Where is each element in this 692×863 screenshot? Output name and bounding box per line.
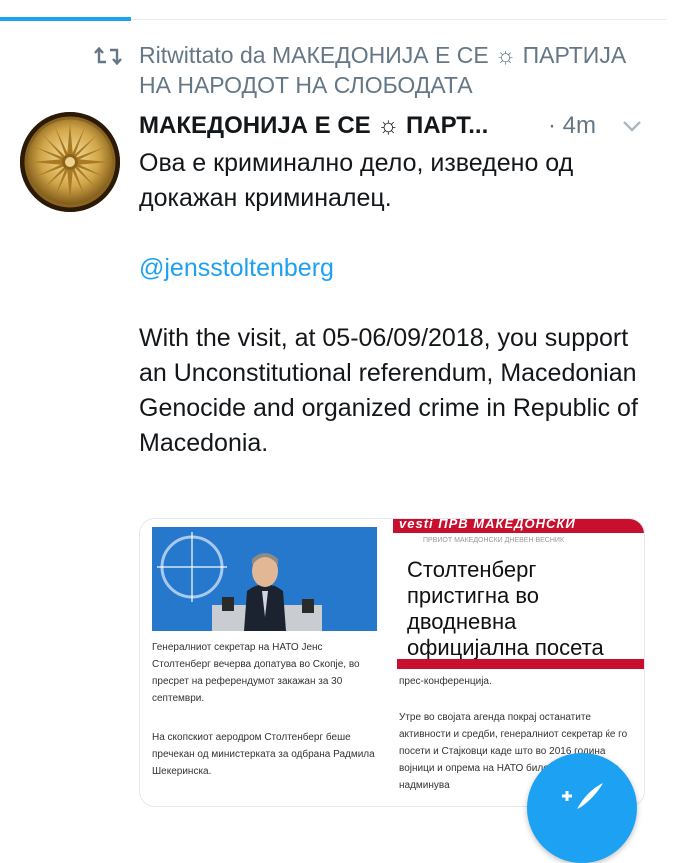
retweet-icon bbox=[94, 46, 122, 66]
media-image-left[interactable]: Генералниот секретар на НАТО Јенс Столте… bbox=[140, 519, 389, 806]
article-right-paragraph-1: прес-конференција. bbox=[399, 676, 492, 687]
press-photo bbox=[152, 527, 377, 631]
masthead-subtitle: ПРВИОТ МАКЕДОНСКИ ДНЕВЕН ВЕСНИК bbox=[423, 537, 565, 544]
masthead-title: vesti ПРВ МАКЕДОНСКИ bbox=[399, 519, 576, 531]
tab-divider bbox=[131, 19, 666, 20]
vergina-sun-icon bbox=[20, 112, 120, 212]
article-left-paragraph-1: Генералниот секретар на НАТО Јенс Столте… bbox=[152, 642, 360, 704]
tab-bar bbox=[0, 0, 692, 22]
retweet-label: Ritwittato da МАКЕДОНИЈА Е СЕ ☼ ПАРТИЈА … bbox=[139, 42, 627, 98]
tweet-text-line1: Ова е криминално дело, изведено од докаж… bbox=[139, 149, 574, 212]
headline-divider bbox=[397, 659, 644, 669]
tweet-text: Ова е криминално дело, изведено од докаж… bbox=[139, 146, 659, 461]
press-photo-image bbox=[152, 527, 377, 631]
author-name[interactable]: МАКЕДОНИЈА Е СЕ ☼ ПАРТ... bbox=[139, 110, 488, 142]
article-headline: Столтенберг пристигна во дводневна офици… bbox=[407, 557, 604, 660]
compose-tweet-button[interactable] bbox=[527, 753, 637, 863]
article-left-paragraph-2: На скопскиот аеродром Столтенберг беше п… bbox=[152, 732, 375, 777]
tweet-time[interactable]: · 4m bbox=[548, 110, 596, 142]
mention-link[interactable]: @jensstoltenberg bbox=[139, 251, 659, 286]
newspaper-masthead: vesti ПРВ МАКЕДОНСКИ ПРВИОТ МАКЕДОНСКИ Д… bbox=[393, 519, 644, 555]
tweet-text-line2: With the visit, at 05-06/09/2018, you su… bbox=[139, 324, 638, 457]
active-tab-indicator[interactable] bbox=[0, 17, 131, 21]
chevron-down-icon[interactable] bbox=[621, 118, 643, 134]
avatar[interactable] bbox=[20, 112, 120, 212]
tweet-header: МАКЕДОНИЈА Е СЕ ☼ ПАРТ... · 4m bbox=[139, 110, 659, 144]
